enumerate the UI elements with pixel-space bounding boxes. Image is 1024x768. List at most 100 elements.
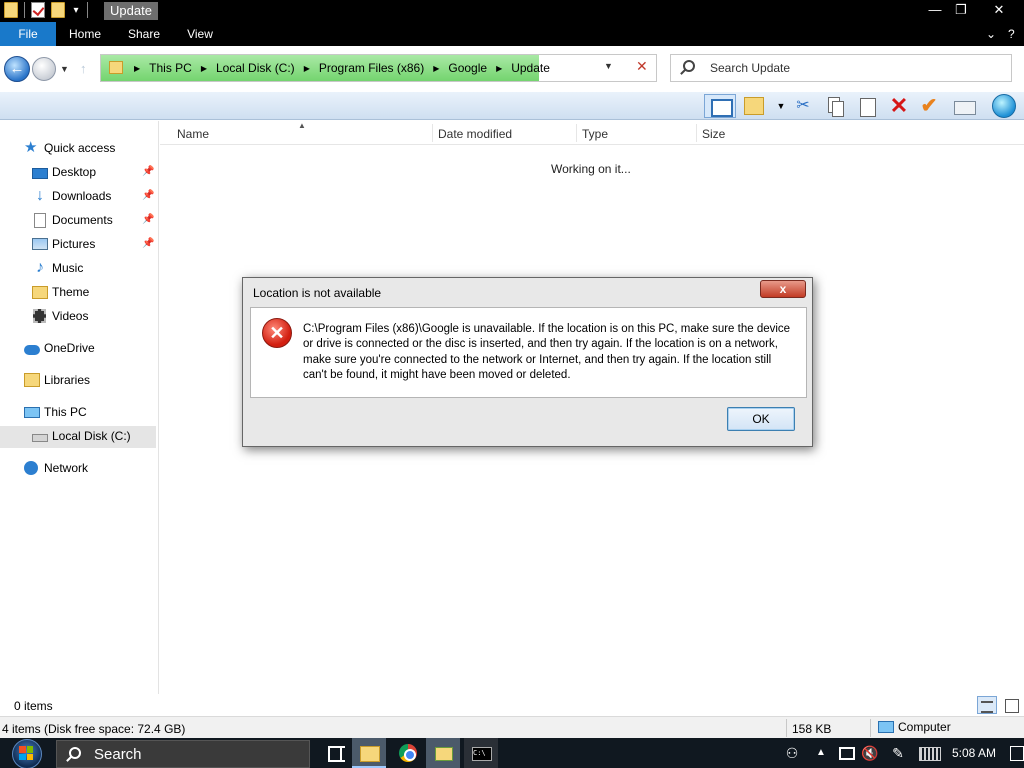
- stop-loading-icon[interactable]: ✕: [636, 58, 648, 75]
- task-view-button[interactable]: [318, 738, 354, 768]
- people-icon[interactable]: ⚇: [780, 738, 804, 768]
- back-button[interactable]: ←: [4, 56, 30, 82]
- navigation-pane: ★ Quick access Desktop 📌 ↓ Downloads 📌 D…: [0, 121, 159, 694]
- sidebar-item-local-disk[interactable]: Local Disk (C:): [32, 426, 131, 446]
- address-bar[interactable]: ▶ This PC ▶ Local Disk (C:) ▶ Program Fi…: [100, 54, 657, 82]
- divider[interactable]: [696, 124, 697, 142]
- properties-icon[interactable]: [31, 2, 45, 18]
- new-folder-dropdown[interactable]: ▼: [770, 95, 792, 117]
- sidebar-item-onedrive[interactable]: OneDrive: [24, 338, 95, 358]
- location-label: Computer: [898, 720, 951, 734]
- forward-button[interactable]: [32, 57, 56, 81]
- column-name[interactable]: Name: [177, 127, 209, 141]
- app-taskbar-icon[interactable]: [426, 738, 460, 768]
- chrome-taskbar-icon[interactable]: [390, 738, 426, 768]
- customize-toolbar-dropdown[interactable]: ▾: [71, 5, 81, 16]
- folder-icon: [4, 2, 18, 18]
- breadcrumb-program-files[interactable]: Program Files (x86): [319, 61, 424, 75]
- paste-icon[interactable]: [856, 95, 878, 117]
- help-icon[interactable]: ?: [1008, 22, 1015, 46]
- sidebar-item-quick-access[interactable]: ★ Quick access: [24, 138, 115, 158]
- file-explorer-taskbar-icon[interactable]: [352, 738, 386, 768]
- pin-icon[interactable]: 📌: [142, 166, 154, 177]
- sidebar-item-label: Videos: [52, 309, 89, 323]
- tab-home[interactable]: Home: [60, 22, 110, 46]
- breadcrumb-this-pc[interactable]: This PC: [149, 61, 192, 75]
- close-button[interactable]: ✕: [982, 0, 1016, 20]
- divider[interactable]: [576, 124, 577, 142]
- pin-icon[interactable]: 📌: [142, 190, 154, 201]
- properties-icon[interactable]: [952, 95, 976, 117]
- error-dialog: Location is not available x ✕ C:\Program…: [242, 277, 813, 447]
- new-folder-icon[interactable]: [744, 97, 764, 115]
- divider: [87, 2, 88, 18]
- sidebar-item-videos[interactable]: Videos: [32, 306, 88, 326]
- search-placeholder: Search Update: [710, 61, 791, 75]
- divider[interactable]: [432, 124, 433, 142]
- tab-share[interactable]: Share: [118, 22, 170, 46]
- sidebar-item-downloads[interactable]: ↓ Downloads: [32, 186, 111, 206]
- show-hidden-icons-chevron-icon[interactable]: ▲: [814, 738, 828, 768]
- sidebar-item-pictures[interactable]: Pictures: [32, 234, 95, 254]
- details-view-button[interactable]: [977, 696, 997, 714]
- breadcrumb-chevron-icon[interactable]: ▶: [433, 64, 439, 73]
- recent-locations-dropdown[interactable]: ▼: [60, 64, 69, 74]
- breadcrumb-chevron-icon[interactable]: ▶: [496, 64, 502, 73]
- cut-icon[interactable]: ✂: [792, 95, 814, 117]
- sidebar-item-libraries[interactable]: Libraries: [24, 370, 90, 390]
- disk-summary: 4 items (Disk free space: 72.4 GB): [2, 722, 186, 736]
- delete-icon[interactable]: ✕: [888, 95, 910, 117]
- breadcrumb-chevron-icon[interactable]: ▶: [134, 64, 140, 73]
- disk-icon: [32, 434, 48, 442]
- new-folder-icon[interactable]: [51, 2, 65, 18]
- start-button[interactable]: [4, 738, 46, 768]
- ribbon-collapse-chevron-icon[interactable]: ⌄: [986, 22, 996, 46]
- breadcrumb-local-disk[interactable]: Local Disk (C:): [216, 61, 295, 75]
- breadcrumb-chevron-icon[interactable]: ▶: [201, 64, 207, 73]
- column-size[interactable]: Size: [702, 127, 725, 141]
- breadcrumb-chevron-icon[interactable]: ▶: [304, 64, 310, 73]
- taskbar-search-box[interactable]: Search: [56, 740, 310, 768]
- notifications-icon[interactable]: [1008, 738, 1024, 768]
- file-list-header: ▲ Name Date modified Type Size: [160, 121, 1024, 145]
- maximize-button[interactable]: ❐: [944, 0, 978, 20]
- network-status-icon[interactable]: [836, 738, 856, 768]
- pin-icon[interactable]: 📌: [142, 238, 154, 249]
- window-title: Update: [104, 2, 158, 20]
- pin-icon[interactable]: 📌: [142, 214, 154, 225]
- sidebar-item-desktop[interactable]: Desktop: [32, 162, 96, 182]
- ok-button[interactable]: OK: [727, 407, 795, 431]
- address-history-dropdown[interactable]: ▼: [604, 61, 613, 71]
- up-button[interactable]: ↑: [80, 61, 87, 76]
- dialog-close-button[interactable]: x: [760, 280, 806, 298]
- search-input[interactable]: Search Update: [670, 54, 1012, 82]
- pen-workspace-icon[interactable]: ✎: [888, 738, 908, 768]
- tab-file[interactable]: File: [0, 22, 56, 46]
- command-prompt-taskbar-icon[interactable]: [464, 738, 498, 768]
- volume-muted-icon[interactable]: 🔇: [860, 738, 880, 768]
- address-row: ← ▼ ↑ ▶ This PC ▶ Local Disk (C:) ▶ Prog…: [0, 46, 1024, 92]
- sidebar-item-network[interactable]: Network: [24, 458, 88, 478]
- sidebar-item-this-pc[interactable]: This PC: [24, 402, 87, 422]
- clock[interactable]: 5:08 AM: [952, 746, 996, 760]
- globe-icon[interactable]: [992, 94, 1016, 118]
- breadcrumb-update[interactable]: Update: [511, 61, 550, 75]
- checkmark-icon[interactable]: ✔: [918, 95, 940, 117]
- sidebar-item-music[interactable]: ♪ Music: [32, 258, 83, 278]
- documents-icon: [34, 212, 46, 228]
- folder-icon: [109, 61, 123, 74]
- folder-icon: [32, 285, 48, 299]
- breadcrumb-google[interactable]: Google: [448, 61, 487, 75]
- sidebar-item-documents[interactable]: Documents: [32, 210, 113, 230]
- quick-access-toolbar: ▾: [4, 2, 88, 18]
- copy-icon[interactable]: [824, 95, 846, 117]
- column-date-modified[interactable]: Date modified: [438, 127, 512, 141]
- tab-view[interactable]: View: [176, 22, 224, 46]
- dialog-title: Location is not available: [253, 286, 382, 300]
- preview-pane-toggle[interactable]: [704, 94, 736, 118]
- touch-keyboard-icon[interactable]: [916, 738, 942, 768]
- divider: [870, 719, 871, 737]
- sidebar-item-theme[interactable]: Theme: [32, 282, 89, 302]
- large-icons-view-button[interactable]: [1001, 696, 1021, 714]
- column-type[interactable]: Type: [582, 127, 608, 141]
